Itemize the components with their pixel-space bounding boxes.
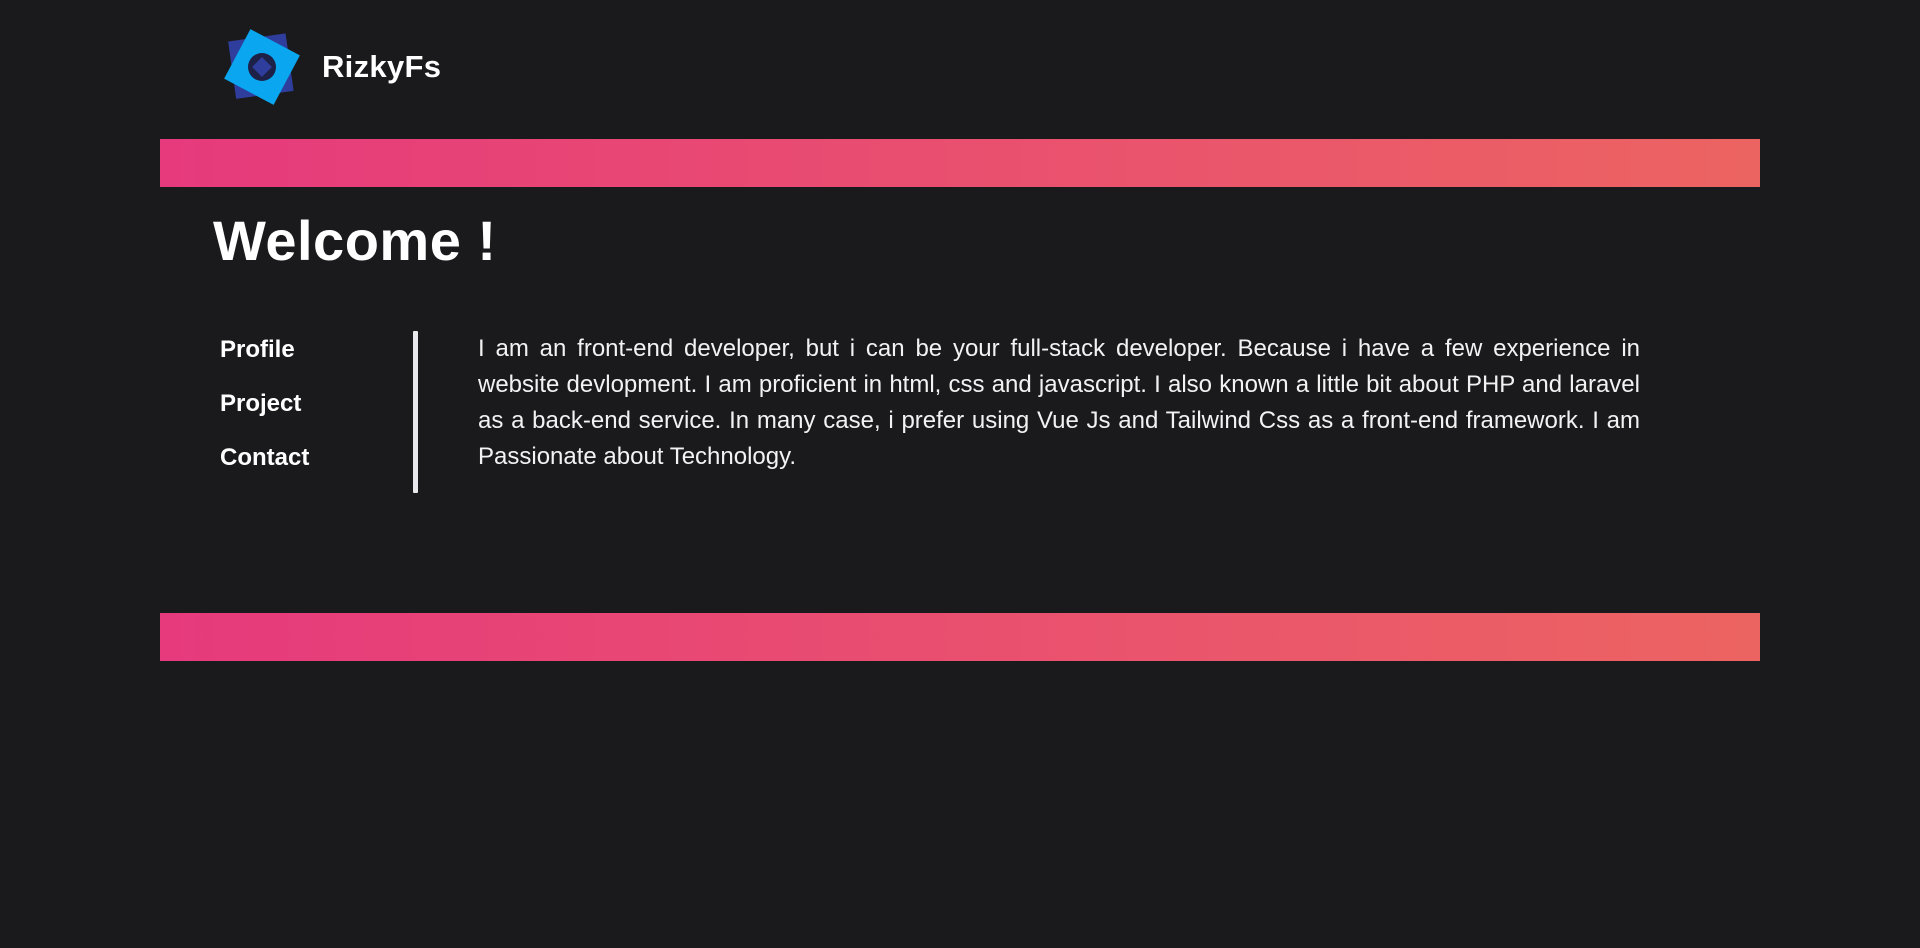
- vertical-divider: [413, 331, 418, 493]
- brand-name[interactable]: RizkyFs: [322, 49, 441, 85]
- nav-item-contact[interactable]: Contact: [220, 440, 410, 494]
- page-title: Welcome !: [213, 209, 497, 272]
- site-header: RizkyFs: [220, 25, 441, 109]
- side-navigation: Profile Project Contact: [220, 332, 410, 494]
- bottom-gradient-band: [160, 613, 1760, 661]
- top-gradient-band: [160, 139, 1760, 187]
- logo-graphic: [224, 29, 300, 105]
- about-paragraph: I am an front-end developer, but i can b…: [478, 335, 1640, 470]
- rotated-square-logo-icon[interactable]: [220, 25, 304, 109]
- nav-item-project[interactable]: Project: [220, 386, 410, 440]
- nav-item-profile[interactable]: Profile: [220, 332, 410, 386]
